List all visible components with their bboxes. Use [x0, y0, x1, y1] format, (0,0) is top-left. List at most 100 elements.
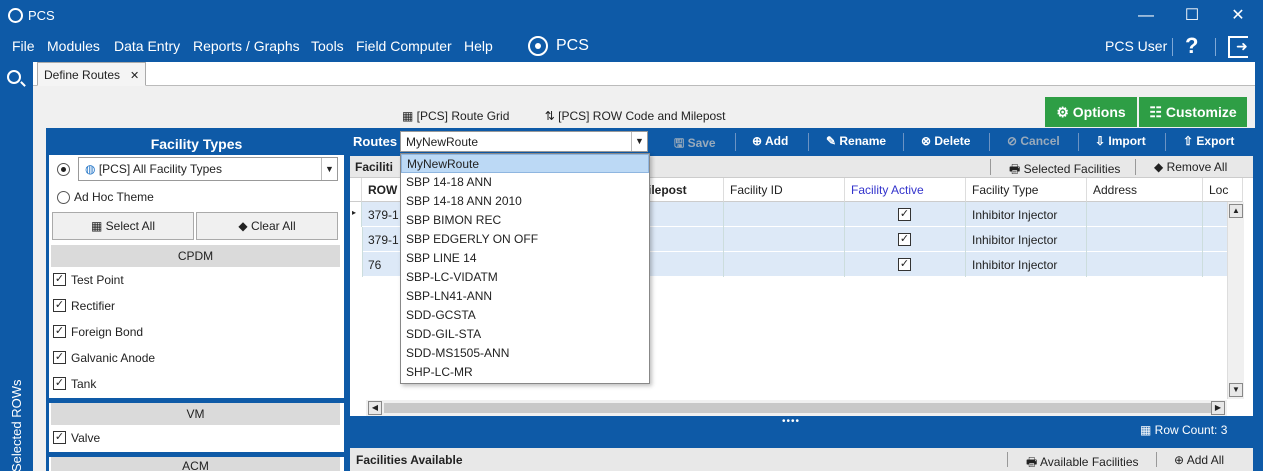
checkbox-foreign-bond[interactable]: ✓: [53, 325, 66, 338]
route-option[interactable]: SBP-LC-VIDATM: [401, 268, 649, 287]
menu-field-computer[interactable]: Field Computer: [356, 38, 452, 54]
cell-facility-active[interactable]: ✓: [845, 227, 966, 252]
app-icon: [8, 8, 23, 23]
vertical-scrollbar[interactable]: ▲ ▼: [1227, 202, 1244, 399]
active-checkbox[interactable]: ✓: [898, 233, 911, 246]
customize-button[interactable]: ☷ Customize: [1139, 97, 1247, 127]
route-grid-link[interactable]: ▦ [PCS] Route Grid: [402, 109, 525, 123]
menu-tools[interactable]: Tools: [311, 38, 344, 54]
checkbox-rectifier[interactable]: ✓: [53, 299, 66, 312]
chevron-down-icon: ▼: [631, 132, 647, 151]
scroll-left-icon[interactable]: ◀: [368, 401, 382, 415]
export-button[interactable]: ⇧ Export: [1183, 134, 1234, 148]
cell-facility-id[interactable]: [724, 252, 845, 277]
divider: [1007, 452, 1008, 467]
cell-facility-type[interactable]: Inhibitor Injector: [966, 252, 1087, 277]
route-option[interactable]: SBP 14-18 ANN: [401, 173, 649, 192]
col-location[interactable]: Loc: [1203, 178, 1243, 202]
menu-reports-graphs[interactable]: Reports / Graphs: [193, 38, 300, 54]
row-code-link[interactable]: ⇅ [PCS] ROW Code and Milepost: [545, 109, 742, 123]
row-count-label: ▦ Row Count: 3: [1140, 423, 1228, 437]
title-bar: PCS — ☐ ✕: [0, 0, 1263, 32]
cell-address[interactable]: [1087, 252, 1203, 277]
menu-modules[interactable]: Modules: [47, 38, 100, 54]
menu-file[interactable]: File: [12, 38, 35, 54]
cell-facility-type[interactable]: Inhibitor Injector: [966, 202, 1087, 227]
maximize-button[interactable]: ☐: [1169, 4, 1215, 28]
active-checkbox[interactable]: ✓: [898, 208, 911, 221]
checkbox-valve[interactable]: ✓: [53, 431, 66, 444]
remove-all-button[interactable]: ◆ Remove All: [1154, 160, 1227, 174]
facility-type-select[interactable]: ◍ [PCS] All Facility Types ▼: [78, 157, 338, 181]
rename-button[interactable]: ✎ Rename: [826, 134, 886, 148]
delete-button[interactable]: ⊗ Delete: [921, 134, 970, 148]
all-types-radio[interactable]: [57, 163, 70, 176]
route-option[interactable]: SDD-GCSTA: [401, 306, 649, 325]
scroll-down-icon[interactable]: ▼: [1229, 383, 1243, 397]
scroll-up-icon[interactable]: ▲: [1229, 204, 1243, 218]
route-option[interactable]: SDD-GIL-STA: [401, 325, 649, 344]
add-all-button[interactable]: ⊕ Add All: [1174, 453, 1224, 467]
col-address[interactable]: Address: [1087, 178, 1203, 202]
route-dropdown-list[interactable]: MyNewRoute SBP 14-18 ANN SBP 14-18 ANN 2…: [400, 153, 650, 384]
horizontal-scrollbar[interactable]: ◀ ▶: [366, 400, 1227, 416]
app-center-title: PCS: [556, 37, 589, 54]
select-all-button[interactable]: ▦ Select All: [52, 212, 194, 240]
chevron-down-icon: ▼: [321, 158, 337, 180]
col-facility-type[interactable]: Facility Type: [966, 178, 1087, 202]
help-icon[interactable]: ?: [1185, 33, 1198, 59]
pcs-logo-icon: [528, 36, 548, 56]
cell-facility-id[interactable]: [724, 227, 845, 252]
label-tank: Tank: [71, 377, 97, 391]
label-test-point: Test Point: [71, 273, 124, 287]
facility-types-header: Facility Types: [49, 133, 344, 155]
splitter-handle[interactable]: ••••: [782, 416, 800, 427]
cell-facility-id[interactable]: [724, 202, 845, 227]
user-menu[interactable]: PCS User: [1105, 38, 1167, 54]
col-facility-active[interactable]: Facility Active: [845, 178, 966, 202]
cancel-button[interactable]: ⊘ Cancel: [1007, 134, 1060, 148]
save-button[interactable]: 🖫 Save: [674, 134, 716, 155]
menu-bar: File Modules Data Entry Reports / Graphs…: [0, 32, 1263, 62]
divider: [989, 133, 990, 151]
clear-all-button[interactable]: ◆ Clear All: [196, 212, 338, 240]
close-tab-icon[interactable]: ✕: [130, 70, 139, 82]
checkbox-test-point[interactable]: ✓: [53, 273, 66, 286]
route-option[interactable]: SBP LINE 14: [401, 249, 649, 268]
cell-address[interactable]: [1087, 227, 1203, 252]
cell-facility-active[interactable]: ✓: [845, 252, 966, 277]
checkbox-galvanic-anode[interactable]: ✓: [53, 351, 66, 364]
col-facility-id[interactable]: Facility ID: [724, 178, 845, 202]
add-button[interactable]: ⊕ Add: [752, 134, 788, 148]
scroll-right-icon[interactable]: ▶: [1211, 401, 1225, 415]
label-rectifier: Rectifier: [71, 299, 116, 313]
scroll-thumb[interactable]: [384, 403, 1214, 413]
routes-toolbar: Routes MyNewRoute ▼ 🖫 Save ⊕ Add ✎ Renam…: [348, 129, 1255, 155]
menu-data-entry[interactable]: Data Entry: [114, 38, 180, 54]
route-option[interactable]: SBP-LN41-ANN: [401, 287, 649, 306]
adhoc-radio[interactable]: [57, 191, 70, 204]
route-option[interactable]: SBP BIMON REC: [401, 211, 649, 230]
route-option[interactable]: SBP 14-18 ANN 2010: [401, 192, 649, 211]
close-button[interactable]: ✕: [1215, 4, 1261, 28]
checkbox-tank[interactable]: ✓: [53, 377, 66, 390]
route-option[interactable]: SBP EDGERLY ON OFF: [401, 230, 649, 249]
selected-rows-label[interactable]: Selected ROWs: [9, 352, 24, 472]
minimize-button[interactable]: —: [1123, 4, 1169, 28]
route-option[interactable]: MyNewRoute: [401, 154, 649, 173]
menu-help[interactable]: Help: [464, 38, 493, 54]
current-row-indicator: ▸: [350, 202, 362, 227]
logout-icon[interactable]: [1228, 36, 1248, 58]
route-select[interactable]: MyNewRoute ▼: [400, 131, 648, 152]
active-checkbox[interactable]: ✓: [898, 258, 911, 271]
cell-facility-type[interactable]: Inhibitor Injector: [966, 227, 1087, 252]
route-option[interactable]: SDD-MS1505-ANN: [401, 344, 649, 363]
route-option[interactable]: SHP-LC-MR: [401, 363, 649, 382]
tab-define-routes[interactable]: Define Routes ✕: [37, 62, 147, 86]
options-button[interactable]: ⚙ Options: [1045, 97, 1137, 127]
import-button[interactable]: ⇩ Import: [1095, 134, 1146, 148]
cell-facility-active[interactable]: ✓: [845, 202, 966, 227]
cell-address[interactable]: [1087, 202, 1203, 227]
grid-title: Faciliti: [355, 160, 394, 174]
search-icon[interactable]: [7, 70, 21, 84]
